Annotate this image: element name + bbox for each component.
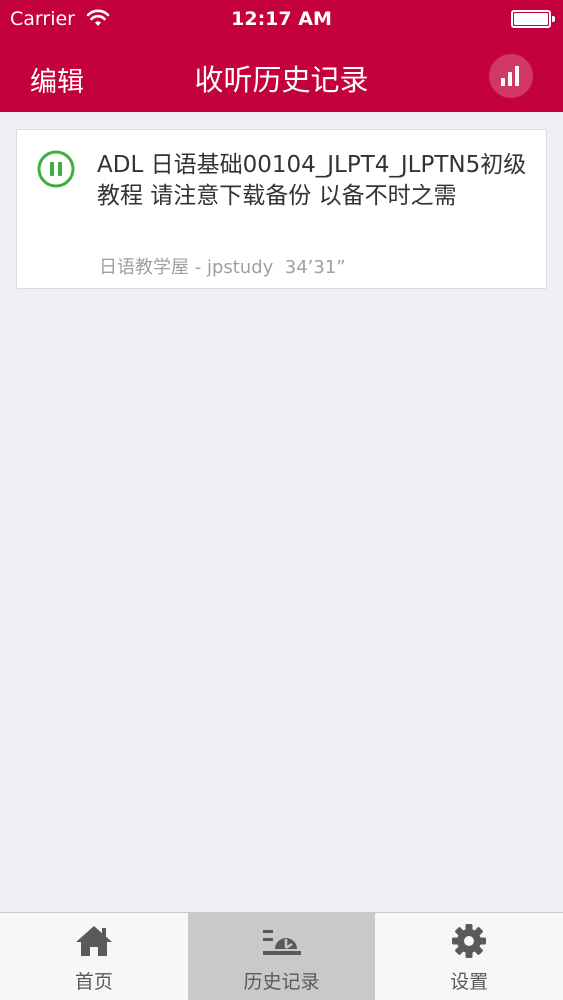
nav-bar: 编辑 收听历史记录 bbox=[0, 38, 563, 112]
gear-icon bbox=[452, 924, 487, 958]
tab-home[interactable]: 首页 bbox=[0, 913, 188, 1000]
tab-settings[interactable]: 设置 bbox=[375, 913, 563, 1000]
status-bar: Carrier 12:17 AM bbox=[0, 0, 563, 38]
pause-icon bbox=[37, 150, 75, 188]
track-duration: 34’31” bbox=[284, 257, 346, 278]
pause-button[interactable] bbox=[37, 150, 75, 188]
track-title: ADL 日语基础00104_JLPT4_JLPTN5初级教程 请注意下载备份 以… bbox=[97, 152, 527, 209]
track-meta: 日语教学屋 - jpstudy 34’31” bbox=[99, 253, 346, 279]
battery-icon bbox=[511, 10, 555, 28]
stats-button[interactable] bbox=[489, 54, 533, 98]
tab-settings-label: 设置 bbox=[450, 971, 489, 993]
tab-home-label: 首页 bbox=[74, 971, 113, 993]
track-source: 日语教学屋 - jpstudy bbox=[99, 257, 274, 278]
tab-history[interactable]: 历史记录 bbox=[187, 913, 376, 1000]
status-time: 12:17 AM bbox=[231, 8, 332, 30]
tab-bar: 首页 历史记录 设置 bbox=[0, 912, 563, 1000]
home-icon bbox=[75, 926, 112, 956]
page-title: 收听历史记录 bbox=[194, 63, 369, 97]
app-header: Carrier 12:17 AM 编辑 收听历史记录 bbox=[0, 0, 563, 112]
tab-history-label: 历史记录 bbox=[243, 971, 320, 993]
bar-chart-icon bbox=[501, 66, 519, 86]
history-icon bbox=[262, 930, 301, 955]
history-item[interactable]: ADL 日语基础00104_JLPT4_JLPTN5初级教程 请注意下载备份 以… bbox=[16, 129, 547, 289]
